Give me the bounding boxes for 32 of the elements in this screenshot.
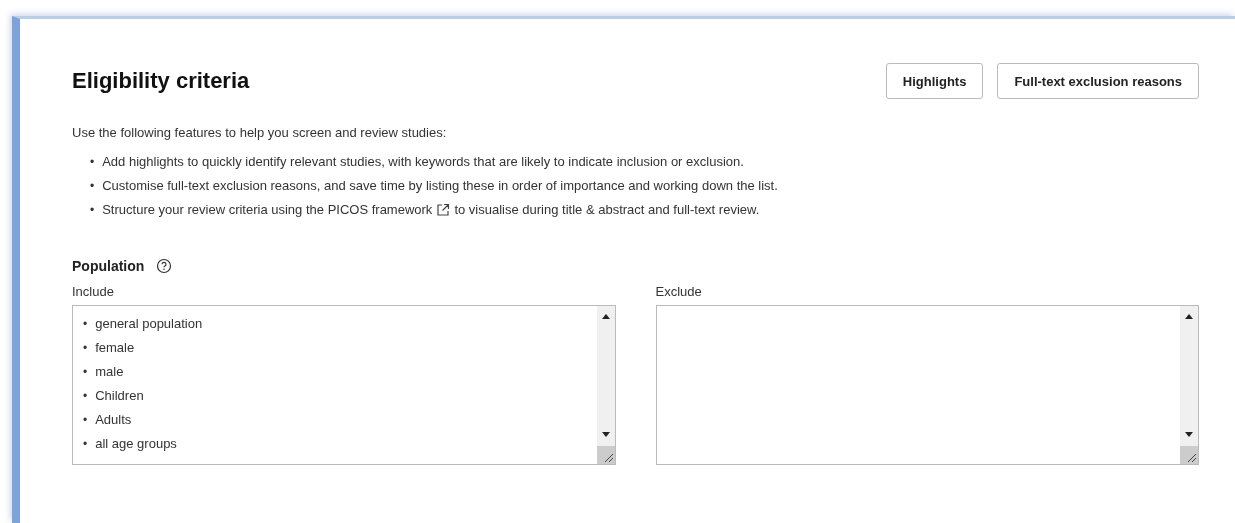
- help-icon[interactable]: [156, 258, 173, 274]
- list-item: female: [95, 339, 135, 357]
- bullet-marker: •: [83, 388, 88, 405]
- bullet-text: Customise full-text exclusion reasons, and save time by listing these in order of importance and working down the list.: [102, 177, 778, 195]
- list-item: Children: [95, 387, 144, 405]
- bullet-marker: •: [90, 178, 95, 195]
- include-field[interactable]: • general population • female • male • Children • Adults • all age groups: [72, 305, 616, 465]
- bullet-marker: •: [83, 412, 88, 429]
- bullet-text: to visualise during title & abstract and full-text review.: [454, 201, 760, 219]
- bullet-marker: •: [90, 202, 95, 219]
- field-label: Include: [72, 284, 115, 299]
- bullet-text: Structure your review criteria using the PICOS framework: [102, 201, 433, 219]
- section-title: Population: [72, 258, 145, 274]
- intro-text: Use the following features to help you screen and review studies:: [72, 125, 448, 140]
- bullet-marker: •: [83, 316, 88, 333]
- highlights-button[interactable]: Highlights: [885, 63, 984, 99]
- external-link-icon[interactable]: [436, 203, 451, 217]
- bullet-marker: •: [83, 436, 88, 453]
- scrollbar-drawing[interactable]: [596, 306, 615, 464]
- list-item: male: [95, 363, 124, 381]
- list-item: all age groups: [95, 435, 177, 453]
- list-item: general population: [95, 315, 203, 333]
- exclusion-reasons-button[interactable]: Full-text exclusion reasons: [997, 63, 1199, 99]
- field-label: Exclude: [655, 284, 703, 299]
- list-item: Adults: [95, 411, 132, 429]
- bullet-text: Add highlights to quickly identify relevant studies, with keywords that are likely to indicate inclusion or exclusion.: [102, 153, 744, 171]
- page-title: Eligibility criteria: [72, 68, 250, 94]
- bullet-marker: •: [83, 340, 88, 357]
- bullet-marker: •: [83, 364, 88, 381]
- exclude-field[interactable]: [655, 305, 1199, 465]
- scrollbar-drawing[interactable]: [1180, 306, 1198, 464]
- bullet-marker: •: [90, 154, 95, 171]
